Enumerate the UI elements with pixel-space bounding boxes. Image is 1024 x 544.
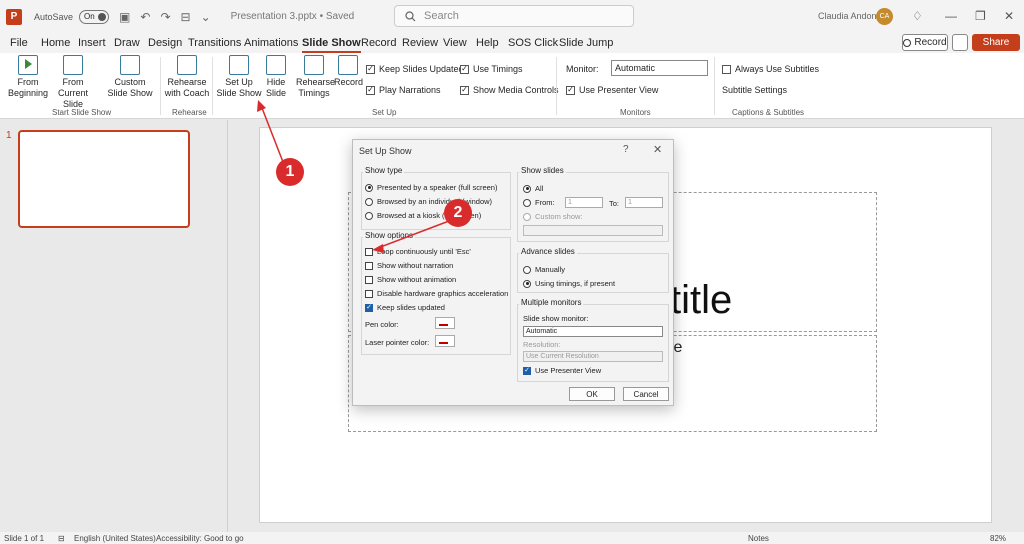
arrow-1 — [261, 107, 284, 163]
step-2-badge: 2 — [444, 199, 472, 227]
zoom-level[interactable]: 82% — [990, 534, 1006, 543]
arrow-1-head — [257, 100, 266, 112]
spellcheck-icon[interactable]: ⊟ — [58, 534, 65, 543]
slide-count: Slide 1 of 1 — [4, 534, 45, 543]
status-bar: Slide 1 of 1 ⊟ English (United States) A… — [0, 532, 1024, 544]
arrow-2 — [377, 220, 450, 249]
accessibility-status[interactable]: Accessibility: Good to go — [156, 534, 244, 543]
language[interactable]: English (United States) — [74, 534, 156, 543]
step-1-badge: 1 — [276, 158, 304, 186]
notes-button[interactable]: Notes — [748, 534, 769, 543]
annotation-arrows — [257, 100, 450, 253]
arrow-2-head — [372, 244, 384, 253]
